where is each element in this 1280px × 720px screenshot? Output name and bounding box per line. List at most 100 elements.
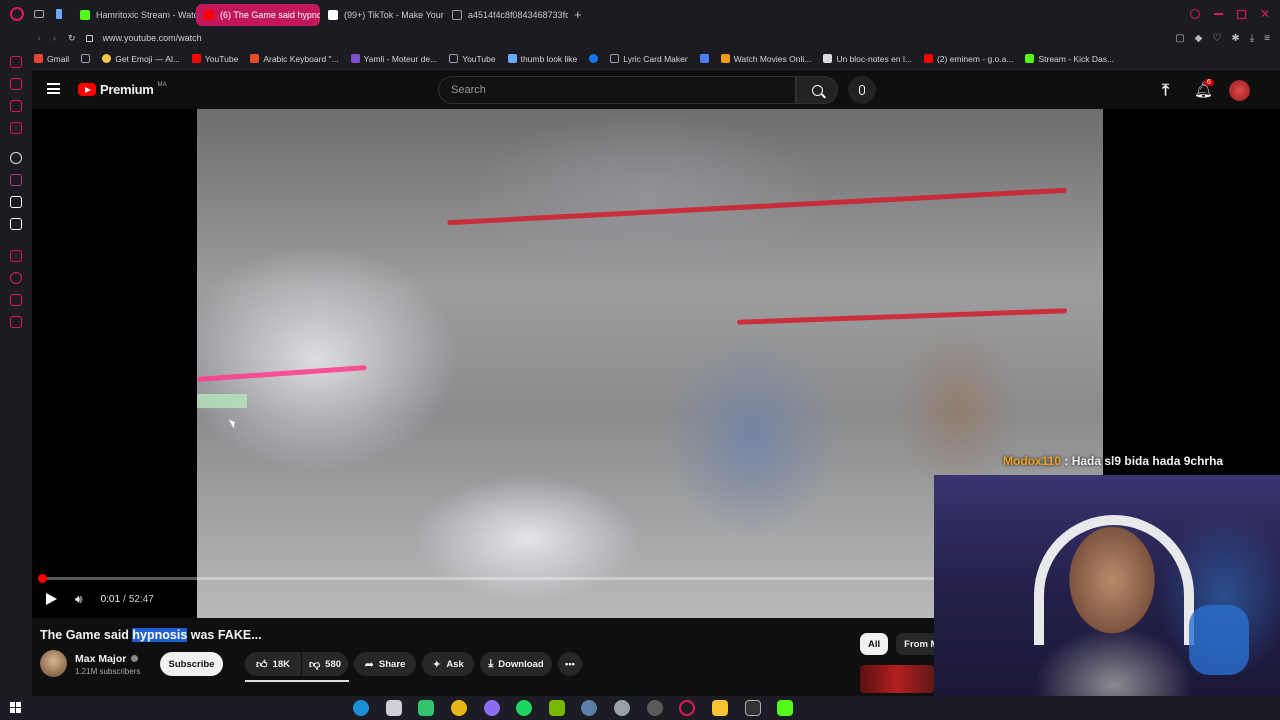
bookmark-watch-movies[interactable]: Watch Movies Onli...: [720, 54, 811, 64]
minimize-button[interactable]: [1213, 13, 1223, 15]
opera-logo-icon[interactable]: [10, 7, 24, 21]
file-icon: [452, 10, 462, 20]
bookmark-eminem[interactable]: (2) eminem - g.o.a...: [923, 54, 1013, 64]
bookmark-gmail[interactable]: Gmail: [34, 54, 69, 64]
shield-icon[interactable]: ◆: [1195, 33, 1203, 44]
progress-bar[interactable]: [38, 574, 934, 583]
obs-icon[interactable]: [647, 700, 663, 716]
time-total: 52:47: [128, 593, 154, 605]
heart-icon[interactable]: ♡: [1212, 33, 1221, 44]
tab-youtube-video[interactable]: (6) The Game said hypnosis: [196, 4, 320, 26]
youtube-icon: [204, 10, 214, 20]
subscribe-button[interactable]: Subscribe: [160, 652, 223, 676]
app-icon[interactable]: [386, 700, 402, 716]
pinboard-icon[interactable]: [10, 250, 22, 262]
tab-file[interactable]: a4514f4c8f0843468733fc: [444, 4, 568, 26]
emoji-icon: [102, 54, 112, 63]
file-explorer-icon[interactable]: [712, 700, 728, 716]
chatgpt-icon[interactable]: [10, 152, 22, 164]
game-launcher-icon[interactable]: [614, 700, 630, 716]
bookmark-page[interactable]: [81, 54, 91, 63]
more-actions-button[interactable]: •••: [558, 652, 582, 676]
opera-icon[interactable]: [679, 700, 695, 716]
tab-kick-stream[interactable]: Hamritoxic Stream - Watch: [72, 4, 196, 26]
like-button[interactable]: 👍︎ 18K: [245, 652, 301, 676]
bookmark-lyric-card-maker[interactable]: Lyric Card Maker: [610, 54, 688, 64]
forward-icon[interactable]: ›: [53, 33, 56, 43]
messenger-icon[interactable]: [484, 700, 500, 716]
volume-icon[interactable]: 🔊︎: [75, 592, 83, 607]
sparkle-icon: ✦: [432, 658, 442, 671]
youtube-header: Premium MA Search ⤒ 🔔︎ 6: [32, 70, 1280, 110]
download-button[interactable]: ⤓ Download: [480, 652, 552, 676]
chat-username: Modox110: [1003, 454, 1062, 468]
player-controls: 🔊︎ 0:01 / 52:47: [40, 588, 154, 610]
back-icon[interactable]: ‹: [38, 33, 41, 43]
search-input[interactable]: Search: [438, 76, 796, 104]
tab-sidebar-icon[interactable]: [56, 9, 62, 19]
video-frame-detail: [197, 394, 247, 408]
youtube-logo[interactable]: Premium MA: [78, 82, 167, 97]
reload-icon[interactable]: ↻: [68, 33, 76, 44]
x-icon[interactable]: [10, 218, 22, 230]
bookmark-arabic-keyboard[interactable]: Arabic Keyboard "...: [250, 54, 339, 64]
extensions-icon[interactable]: [10, 316, 22, 328]
video-letterbox-left: [32, 109, 197, 618]
camera-snap-icon[interactable]: ▢: [1175, 33, 1184, 44]
aria-icon[interactable]: [10, 56, 22, 68]
download-icon: ⤓: [488, 657, 494, 670]
recommended-video-thumbnail[interactable]: [860, 665, 934, 693]
url-field[interactable]: www.youtube.com/watch: [103, 33, 202, 43]
music-icon[interactable]: [10, 122, 22, 134]
bookmark-yamli[interactable]: Yamli - Moteur de...: [350, 54, 437, 64]
ask-button[interactable]: ✦ Ask: [422, 652, 474, 676]
bookmark-youtube[interactable]: YouTube: [191, 54, 238, 64]
download-icon[interactable]: ⤓: [1250, 33, 1254, 44]
downloads-icon[interactable]: [10, 294, 22, 306]
share-button[interactable]: ➦ Share: [354, 652, 416, 676]
menu-icon[interactable]: ≡: [1264, 33, 1270, 44]
nvidia-icon[interactable]: [549, 700, 565, 716]
spotify-icon[interactable]: [516, 700, 532, 716]
progress-scrubber[interactable]: [38, 574, 47, 583]
puzzle-icon[interactable]: ✱: [1231, 33, 1239, 44]
steam-icon[interactable]: [581, 700, 597, 716]
bookmark-kick-stream[interactable]: Stream - Kick Das...: [1025, 54, 1114, 64]
tab-overview-icon[interactable]: [34, 10, 44, 18]
account-avatar[interactable]: [1229, 80, 1250, 101]
play-button[interactable]: [46, 593, 57, 605]
bookmark-get-emoji[interactable]: Get Emoji — Al...: [102, 54, 180, 64]
monitor-app-icon[interactable]: [745, 700, 761, 716]
tab-tiktok[interactable]: (99+) TikTok - Make Your: [320, 4, 444, 26]
start-button-icon[interactable]: [10, 702, 21, 713]
streamer-webcam: [934, 475, 1280, 696]
upload-icon[interactable]: ⤒: [1162, 82, 1169, 100]
hamburger-menu-icon[interactable]: [47, 83, 60, 94]
voice-search-button[interactable]: [848, 76, 876, 104]
maximize-button[interactable]: [1236, 9, 1246, 19]
tiktok-icon[interactable]: [10, 196, 22, 208]
bookmark-youtube-2[interactable]: YouTube: [449, 54, 496, 64]
close-window-button[interactable]: ✕: [1260, 7, 1270, 21]
edge-icon[interactable]: [353, 700, 369, 716]
search-tabs-icon[interactable]: [1189, 9, 1200, 19]
bookmark-thumb-look-like[interactable]: thumb look like: [507, 54, 577, 64]
media-app-icon[interactable]: [777, 700, 793, 716]
chip-all[interactable]: All: [860, 633, 889, 655]
bookmark-bloc-notes[interactable]: Un bloc-notes en l...: [823, 54, 912, 64]
chrome-icon[interactable]: [451, 700, 467, 716]
new-tab-button[interactable]: +: [574, 7, 582, 22]
bookmark-docs[interactable]: [699, 54, 709, 63]
dislike-button[interactable]: 👎︎ 580: [302, 652, 348, 676]
channel-avatar[interactable]: [40, 650, 67, 677]
workspace-icon[interactable]: [10, 78, 22, 90]
bookmark-facebook[interactable]: [589, 54, 599, 63]
messenger-icon[interactable]: [10, 100, 22, 112]
verified-icon: [131, 655, 139, 662]
search-button[interactable]: [796, 76, 838, 104]
instagram-icon[interactable]: [10, 174, 22, 186]
star-icon: [507, 54, 517, 63]
store-icon[interactable]: [418, 700, 434, 716]
history-icon[interactable]: [10, 272, 22, 284]
channel-name[interactable]: Max Major: [75, 653, 139, 665]
